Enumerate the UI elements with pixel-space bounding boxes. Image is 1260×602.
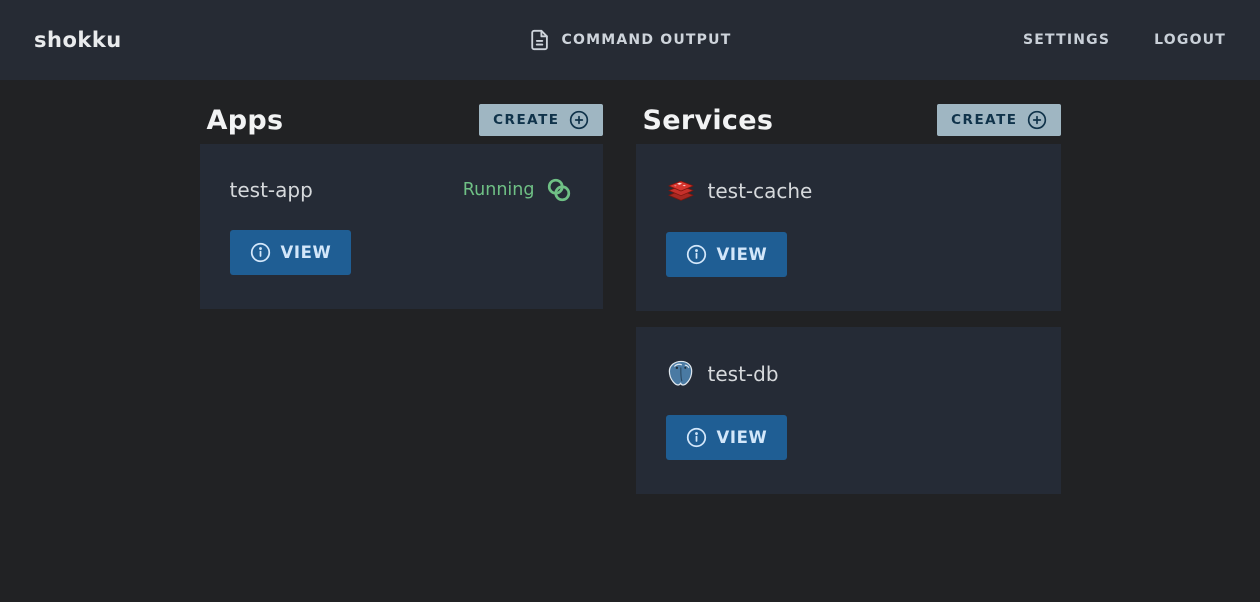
services-title: Services (643, 105, 774, 136)
brand-logo[interactable]: shokku (34, 28, 122, 52)
apps-title: Apps (207, 105, 284, 136)
app-name: test-app (230, 178, 313, 202)
command-output-link[interactable]: COMMAND OUTPUT (529, 29, 732, 51)
settings-link[interactable]: SETTINGS (1023, 32, 1110, 48)
file-text-icon (529, 29, 551, 51)
postgres-icon (666, 359, 696, 389)
command-output-label: COMMAND OUTPUT (562, 32, 732, 48)
navbar-links: SETTINGS LOGOUT (1023, 32, 1226, 48)
service-card-row: test-db (666, 359, 1031, 389)
create-app-label: CREATE (493, 112, 559, 128)
services-section: Services CREATE (636, 96, 1061, 510)
view-service-label: VIEW (717, 245, 768, 264)
logout-link[interactable]: LOGOUT (1154, 32, 1226, 48)
view-app-label: VIEW (281, 243, 332, 262)
plus-circle-icon (1027, 110, 1047, 130)
main-content: Apps CREATE test-app Running (0, 80, 1260, 510)
apps-header: Apps CREATE (200, 96, 603, 144)
service-card-test-cache: test-cache VIEW (636, 144, 1061, 311)
info-icon (250, 242, 271, 263)
view-service-button-test-cache[interactable]: VIEW (666, 232, 788, 277)
service-card-test-db: test-db VIEW (636, 327, 1061, 494)
navbar: shokku COMMAND OUTPUT SETTINGS LOGOUT (0, 0, 1260, 80)
create-app-button[interactable]: CREATE (479, 104, 602, 136)
service-name: test-db (708, 362, 779, 386)
info-icon (686, 427, 707, 448)
app-card-test-app: test-app Running (200, 144, 603, 309)
create-service-label: CREATE (951, 112, 1017, 128)
create-service-button[interactable]: CREATE (937, 104, 1060, 136)
view-app-button[interactable]: VIEW (230, 230, 352, 275)
services-header: Services CREATE (636, 96, 1061, 144)
info-icon (686, 244, 707, 265)
app-status: Running (463, 176, 573, 204)
plus-circle-icon (569, 110, 589, 130)
apps-section: Apps CREATE test-app Running (200, 96, 603, 510)
view-service-label: VIEW (717, 428, 768, 447)
link-rings-icon (545, 176, 573, 204)
service-name-group: test-db (666, 359, 779, 389)
running-status-label: Running (463, 180, 535, 200)
service-name-group: test-cache (666, 176, 813, 206)
view-service-button-test-db[interactable]: VIEW (666, 415, 788, 460)
service-card-row: test-cache (666, 176, 1031, 206)
app-card-row: test-app Running (230, 176, 573, 204)
service-name: test-cache (708, 179, 813, 203)
redis-icon (666, 176, 696, 206)
